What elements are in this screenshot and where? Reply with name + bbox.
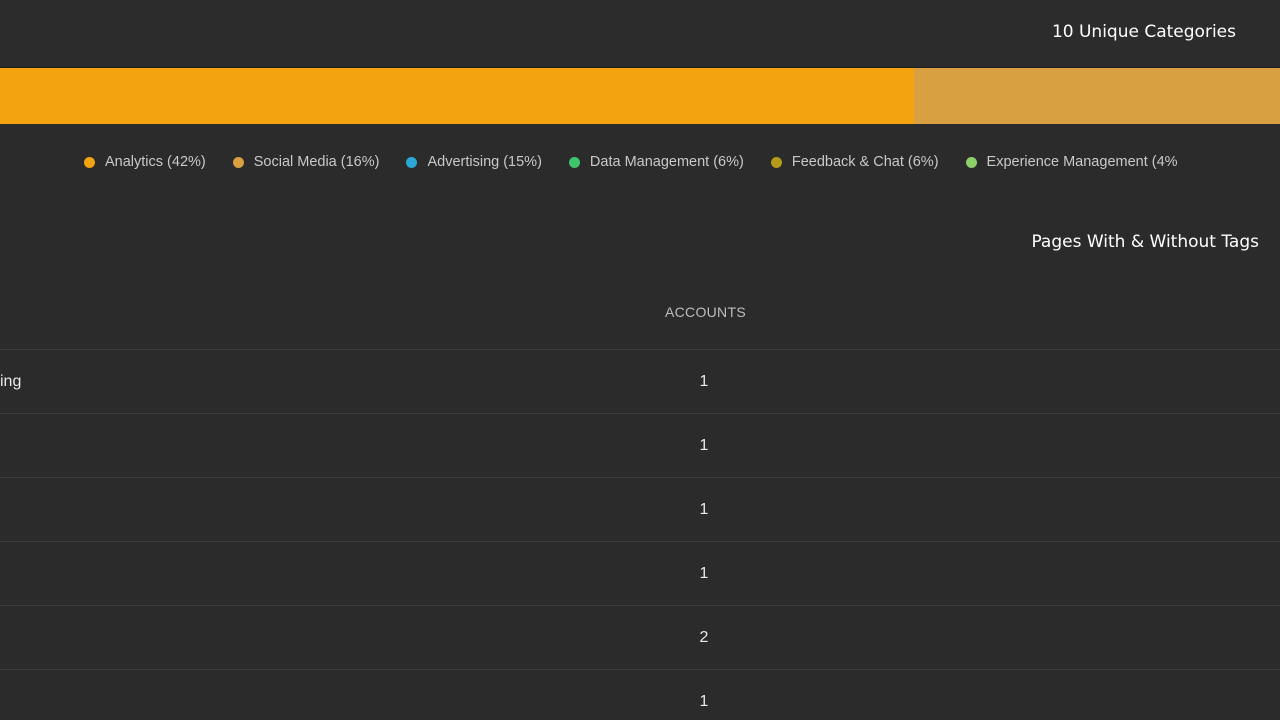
row-accounts-cell: 1 [699, 373, 709, 390]
table-row[interactable]: 2 [0, 606, 1280, 670]
legend-item[interactable]: Analytics (42%) [84, 154, 206, 170]
legend-item[interactable]: Advertising (15%) [406, 154, 542, 170]
legend-item[interactable]: Data Management (6%) [568, 154, 744, 170]
legend-label: Data Management (6%) [589, 154, 744, 170]
legend-dot-icon [770, 156, 782, 168]
table-row[interactable]: king 1 [0, 350, 1280, 414]
table-header: ACCOUNTS [0, 290, 1280, 350]
legend-dot-icon [965, 156, 977, 168]
table-row[interactable]: 1 [0, 542, 1280, 606]
legend-item[interactable]: Social Media (16%) [232, 154, 380, 170]
legend-dot-icon [406, 156, 418, 168]
legend-label: Feedback & Chat (6%) [791, 154, 939, 170]
legend-label: Analytics (42%) [105, 154, 206, 170]
categories-header: 10 Unique Categories [0, 0, 1280, 66]
table-row[interactable]: 1 [0, 670, 1280, 720]
category-legend: Analytics (42%) Social Media (16%) Adverti… [84, 154, 1205, 170]
table-row[interactable]: 1 [0, 414, 1280, 478]
row-accounts-cell: 1 [699, 501, 709, 518]
row-accounts-cell: 1 [699, 565, 709, 582]
bar-segment-social-media[interactable] [913, 68, 1280, 124]
dashboard-page: 10 Unique Categories Analytics (42%) Soci… [0, 0, 1280, 720]
row-accounts-cell: 1 [699, 437, 709, 454]
table-body: king 1 1 1 1 2 1 [0, 350, 1280, 720]
legend-dot-icon [232, 156, 244, 168]
row-name-cell: king [0, 373, 22, 390]
bar-segment-analytics[interactable] [0, 68, 914, 124]
legend-label: Social Media (16%) [253, 154, 380, 170]
table-row[interactable]: 1 [0, 478, 1280, 542]
unique-categories-title: 10 Unique Categories [1051, 22, 1236, 42]
row-accounts-cell: 2 [699, 629, 709, 646]
legend-label: Advertising (15%) [427, 154, 542, 170]
pages-with-without-tags-title: Pages With & Without Tags [1031, 232, 1259, 252]
legend-dot-icon [84, 156, 95, 168]
legend-item[interactable]: Experience Management (4% [965, 154, 1178, 170]
legend-item[interactable]: Feedback & Chat (6%) [770, 154, 939, 170]
accounts-column-header[interactable]: ACCOUNTS [665, 304, 746, 320]
category-distribution-bar [0, 67, 1280, 124]
row-accounts-cell: 1 [699, 693, 709, 710]
legend-dot-icon [568, 156, 580, 168]
legend-label: Experience Management (4% [986, 154, 1178, 170]
